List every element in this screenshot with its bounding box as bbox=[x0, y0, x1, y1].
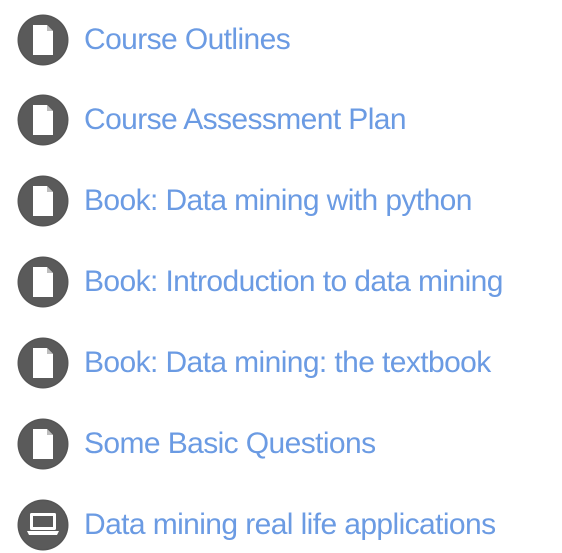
document-icon bbox=[16, 93, 70, 147]
resource-link-label[interactable]: Book: Introduction to data mining bbox=[84, 265, 503, 299]
resource-link-book-data-mining-the-textbook[interactable]: Book: Data mining: the textbook bbox=[16, 335, 491, 391]
resource-link-label[interactable]: Course Assessment Plan bbox=[84, 103, 407, 137]
document-icon bbox=[16, 417, 70, 471]
resource-link-data-mining-real-life-applications[interactable]: Data mining real life applications bbox=[16, 497, 496, 553]
resource-link-label[interactable]: Book: Data mining: the textbook bbox=[84, 346, 491, 380]
document-icon bbox=[16, 174, 70, 228]
resource-link-course-outlines[interactable]: Course Outlines bbox=[16, 12, 291, 68]
document-icon bbox=[16, 255, 70, 309]
resource-link-label[interactable]: Course Outlines bbox=[84, 23, 291, 57]
laptop-icon bbox=[16, 498, 70, 552]
document-icon bbox=[16, 13, 70, 67]
resource-link-label[interactable]: Data mining real life applications bbox=[84, 508, 496, 542]
document-icon bbox=[16, 336, 70, 390]
resource-link-some-basic-questions[interactable]: Some Basic Questions bbox=[16, 416, 376, 472]
resource-link-label[interactable]: Some Basic Questions bbox=[84, 427, 376, 461]
resource-link-label[interactable]: Book: Data mining with python bbox=[84, 184, 472, 218]
resource-link-book-data-mining-with-python[interactable]: Book: Data mining with python bbox=[16, 173, 472, 229]
resource-link-course-assessment-plan[interactable]: Course Assessment Plan bbox=[16, 92, 407, 148]
resource-link-book-introduction-to-data-mining[interactable]: Book: Introduction to data mining bbox=[16, 254, 503, 310]
